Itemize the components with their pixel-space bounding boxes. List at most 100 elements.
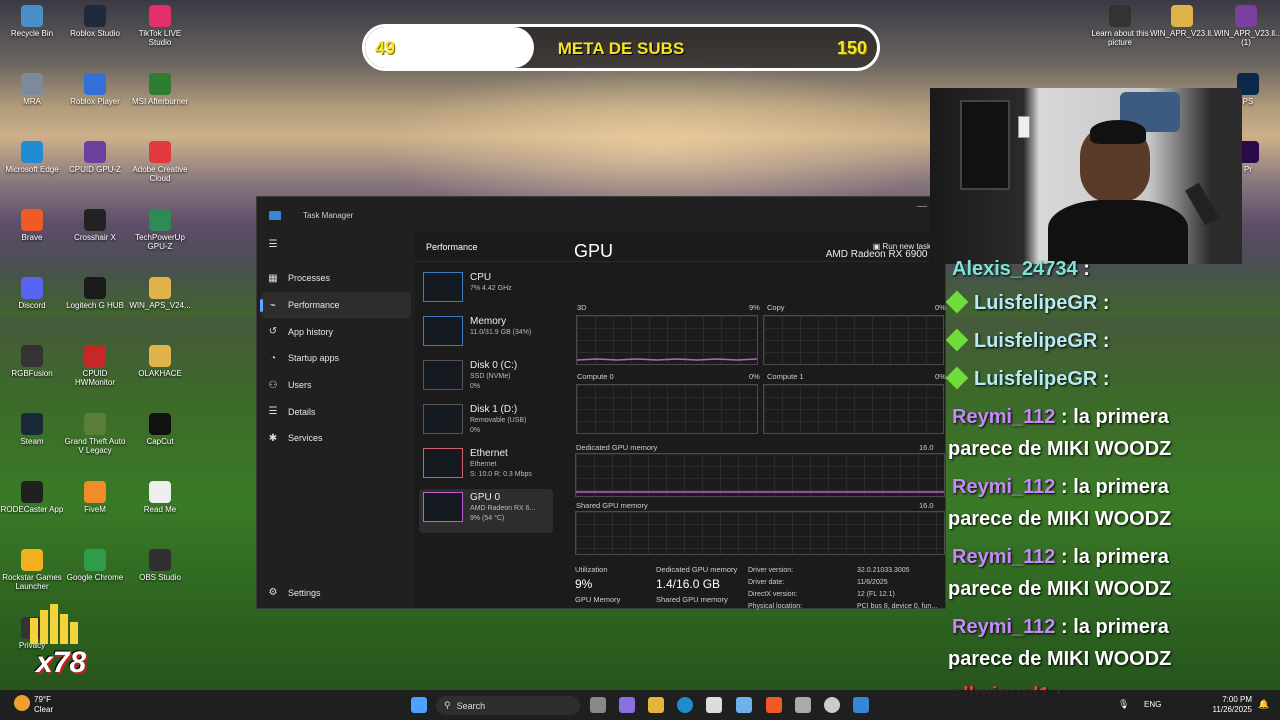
app-icon	[21, 5, 43, 27]
sidebar-item-app-history[interactable]: ↺ App history	[257, 318, 415, 345]
sidebar-nav: ▦ Processes ⌁ Performance ↺ App history ◔ Start…	[257, 265, 415, 452]
chat-message: Reymi_112 : la primera parece de MIKI WOO…	[946, 616, 1171, 671]
desktop-icon[interactable]: OBS Studio	[128, 549, 192, 582]
chat-text: la primera	[1073, 546, 1169, 568]
task-manager-taskbar-icon[interactable]	[853, 697, 869, 713]
driver-key: Driver date:	[748, 579, 785, 586]
network-app-icon[interactable]	[795, 697, 811, 713]
store-icon[interactable]	[706, 697, 722, 713]
clock[interactable]: 7:00 PM 11/26/2025	[1208, 695, 1252, 715]
multiplier-badge: x78	[36, 646, 87, 679]
chat-text: la primera	[1073, 476, 1169, 498]
sidebar-item-label: App history	[288, 326, 334, 337]
app-icon	[84, 345, 106, 367]
title-bar[interactable]: Task Manager —	[257, 197, 945, 233]
desktop-icon[interactable]: Learn about this picture	[1088, 5, 1152, 47]
hamburger-menu-button[interactable]: ☰	[257, 233, 415, 255]
sidebar-item-processes[interactable]: ▦ Processes	[257, 265, 415, 292]
start-icon[interactable]	[411, 697, 427, 713]
desktop-icon[interactable]: Grand Theft Auto V Legacy	[63, 413, 127, 455]
sidebar-item-performance[interactable]: ⌁ Performance	[260, 291, 411, 319]
brave-icon[interactable]	[766, 697, 782, 713]
desktop-icon[interactable]: Crosshair X	[63, 209, 127, 242]
weather-icon[interactable]	[14, 695, 30, 711]
desktop-icon[interactable]: WIN_APR_V23.ll... (1)	[1214, 5, 1280, 47]
sidebar-item-startup-apps[interactable]: ◔ Startup apps	[257, 345, 415, 372]
desktop-icon[interactable]: WIN_APR_V23.ll...	[1150, 5, 1218, 38]
desktop-icon[interactable]: Roblox Player	[63, 73, 127, 106]
desktop-icon[interactable]: Logitech G HUB	[63, 277, 127, 310]
desktop-icon-label: Google Chrome	[66, 573, 124, 582]
task-view-icon[interactable]	[590, 697, 606, 713]
file-explorer-icon[interactable]	[648, 697, 664, 713]
desktop-icon[interactable]: TechPowerUp GPU-Z	[128, 209, 192, 251]
desktop-icon-label: MRA	[23, 97, 41, 106]
search-box[interactable]: ⚲ Search	[436, 696, 580, 715]
desktop-icon[interactable]: RGBFusion	[0, 345, 64, 378]
desktop-icon-label: OBS Studio	[139, 573, 181, 582]
chat-message: LuisfelipeGR :	[946, 366, 1110, 391]
desktop-icon[interactable]: WIN_APS_V24...	[128, 277, 192, 310]
microphone	[1185, 182, 1219, 226]
desktop-icon[interactable]: Roblox Studio	[63, 5, 127, 38]
sidebar-item-users[interactable]: ⚇ Users	[257, 372, 415, 399]
chat-message: LuisfelipeGR :	[946, 328, 1110, 353]
app-icon	[21, 209, 43, 231]
dedicated-memory-label: Dedicated GPU memory	[576, 443, 658, 452]
driver-key: Driver version:	[748, 567, 794, 574]
edge-icon[interactable]	[677, 697, 693, 713]
clock-time: 7:00 PM	[1222, 695, 1252, 704]
desktop-icon[interactable]: Recycle Bin	[0, 5, 64, 38]
sidebar-item-label: Settings	[288, 587, 321, 598]
gpu-memory-label: GPU Memory	[575, 595, 621, 604]
sidebar-item-details[interactable]: ☰ Details	[257, 398, 415, 425]
desktop-icon[interactable]: FiveM	[63, 481, 127, 514]
desktop-icon[interactable]: CPUID HWMonitor	[63, 345, 127, 387]
desktop-icon[interactable]: CPUID GPU-Z	[63, 141, 127, 174]
app-icon	[1171, 5, 1193, 27]
minimize-icon[interactable]: —	[917, 201, 927, 212]
m365-icon[interactable]	[736, 697, 752, 713]
desktop-icon[interactable]: MRA	[0, 73, 64, 106]
desktop-icon[interactable]: Brave	[0, 209, 64, 242]
microphone-icon[interactable]: 🎙	[1118, 699, 1129, 710]
task-manager-icon	[269, 210, 281, 220]
app-icon	[149, 345, 171, 367]
driver-key: Physical location:	[748, 603, 803, 610]
chat-separator: :	[1102, 330, 1110, 352]
gpu-detail: GPU AMD Radeon RX 6900 XT 3D 9% Copy 0% …	[415, 233, 946, 610]
desktop-icon[interactable]: Microsoft Edge	[0, 141, 64, 174]
utilization-stat: Utilization 9% GPU Memory	[575, 565, 620, 604]
chat-username: Reymi_112	[952, 546, 1056, 568]
chat-text-line2: parece de MIKI WOODZ	[948, 438, 1172, 460]
task-manager-window[interactable]: Task Manager — ☰ ▦ Processes ⌁ Performance ↺…	[256, 196, 946, 610]
desktop-icon[interactable]: Steam	[0, 413, 64, 446]
desktop-icon[interactable]: RODECaster App	[0, 481, 64, 514]
desktop-icon[interactable]: Discord	[0, 277, 64, 310]
desktop-icon[interactable]: Read Me	[128, 481, 192, 514]
desktop-icon[interactable]: TikTok LIVE Studio	[128, 5, 192, 47]
desktop-icon[interactable]: OLAKHACE	[128, 345, 192, 378]
graph-label-copy: Copy	[767, 303, 785, 312]
sidebar-item-label: Services	[288, 433, 323, 444]
desktop-icon[interactable]: Rockstar Games Launcher	[0, 549, 64, 591]
desktop-icon-label: Microsoft Edge	[5, 165, 59, 174]
dedicated-memory-line	[576, 491, 944, 493]
graph-label-3d: 3D	[577, 303, 587, 312]
desktop-icon[interactable]: Google Chrome	[63, 549, 127, 582]
gpu-model: AMD Radeon RX 6900 XT	[825, 249, 943, 260]
driver-keys: Driver version: Driver date: DirectX versi…	[748, 565, 802, 613]
sidebar-item-services[interactable]: ✱ Services	[257, 425, 415, 452]
desktop-icon[interactable]: MSI Afterburner	[128, 73, 192, 106]
sidebar-item-settings[interactable]: ⚙ Settings	[257, 579, 415, 606]
desktop-icon-label: CPUID GPU-Z	[69, 165, 121, 174]
notification-bell-icon[interactable]: 🔔	[1258, 699, 1269, 710]
desktop-icon[interactable]: Adobe Creative Cloud	[128, 141, 192, 183]
copilot-icon[interactable]	[619, 697, 635, 713]
language-indicator[interactable]: ENG	[1144, 700, 1161, 709]
desktop-icon[interactable]: CapCut	[128, 413, 192, 446]
app-icon	[21, 141, 43, 163]
obs-icon[interactable]	[824, 697, 840, 713]
weather-widget[interactable]: 79°F Clear	[34, 695, 53, 715]
gpu-title: GPU	[574, 241, 614, 261]
